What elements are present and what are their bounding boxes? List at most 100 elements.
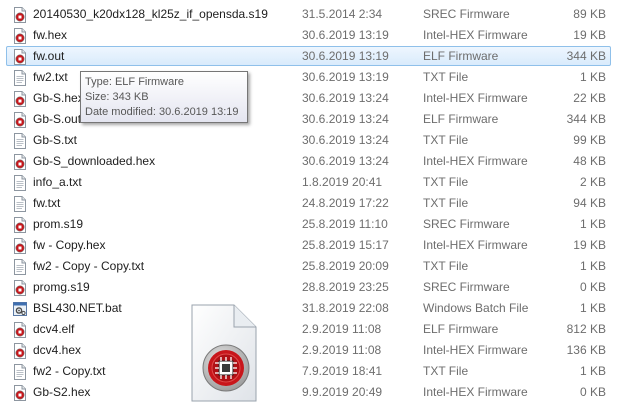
text-file-icon xyxy=(13,175,27,191)
file-size: 136 KB xyxy=(566,343,606,357)
file-size: 94 KB xyxy=(573,196,606,210)
file-type: TXT File xyxy=(423,196,469,210)
file-size: 1 KB xyxy=(579,364,606,378)
file-type: TXT File xyxy=(423,364,469,378)
firmware-file-icon xyxy=(13,7,27,23)
file-size: 1 KB xyxy=(579,259,606,273)
text-file-icon xyxy=(13,196,27,212)
file-row-gb-s2-hex[interactable]: Gb-S2.hex 9.9.2019 20:49 Intel-HEX Firmwar… xyxy=(6,382,611,402)
firmware-file-icon xyxy=(13,343,27,359)
file-date-modified: 25.8.2019 11:10 xyxy=(302,217,388,231)
firmware-file-icon xyxy=(13,112,27,128)
tooltip-type: Type: ELF Firmware xyxy=(85,76,185,88)
file-type: Intel-HEX Firmware xyxy=(423,91,528,105)
file-size: 19 KB xyxy=(573,28,606,42)
file-date-modified: 24.8.2019 17:22 xyxy=(302,196,389,210)
file-date-modified: 30.6.2019 13:24 xyxy=(302,91,389,105)
file-size: 812 KB xyxy=(566,322,606,336)
file-size: 344 KB xyxy=(566,49,606,63)
firmware-file-icon xyxy=(13,49,27,65)
file-type: SREC Firmware xyxy=(423,7,510,21)
file-row-gb-s-txt[interactable]: Gb-S.txt 30.6.2019 13:24 TXT File 99 KB xyxy=(6,130,611,150)
file-row-prom-s19[interactable]: prom.s19 25.8.2019 11:10 SREC Firmware 1 KB xyxy=(6,214,611,234)
file-name: fw.hex xyxy=(33,28,68,42)
file-date-modified: 25.8.2019 20:09 xyxy=(302,259,389,273)
text-file-icon xyxy=(13,364,27,380)
file-name: promg.s19 xyxy=(33,280,90,294)
file-tooltip: Type: ELF Firmware Size: 343 KB Date mod… xyxy=(80,71,248,123)
file-type: ELF Firmware xyxy=(423,49,499,63)
file-type: TXT File xyxy=(423,175,469,189)
file-size: 48 KB xyxy=(573,154,606,168)
file-type: Intel-HEX Firmware xyxy=(423,238,528,252)
file-size: 89 KB xyxy=(573,7,606,21)
file-type: Intel-HEX Firmware xyxy=(423,385,528,399)
file-size: 0 KB xyxy=(579,385,606,399)
file-size: 19 KB xyxy=(573,238,606,252)
firmware-file-icon xyxy=(13,28,27,44)
file-type: TXT File xyxy=(423,133,469,147)
file-name: fw.out xyxy=(33,49,65,63)
tooltip-size: Size: 343 KB xyxy=(85,91,149,103)
file-type: TXT File xyxy=(423,259,469,273)
file-row-fw-hex[interactable]: fw.hex 30.6.2019 13:19 Intel-HEX Firmware 1… xyxy=(6,25,611,45)
file-name: info_a.txt xyxy=(33,175,82,189)
file-list: 20140530_k20dx128_kl25z_if_opensda.s19 31… xyxy=(0,0,637,413)
file-name: 20140530_k20dx128_kl25z_if_opensda.s19 xyxy=(33,7,268,21)
dragged-firmware-file-icon[interactable] xyxy=(186,303,258,403)
file-name: BSL430.NET.bat xyxy=(33,301,122,315)
file-row-info-a-txt[interactable]: info_a.txt 1.8.2019 20:41 TXT File 2 KB xyxy=(6,172,611,192)
file-row-fw-txt[interactable]: fw.txt 24.8.2019 17:22 TXT File 94 KB xyxy=(6,193,611,213)
file-date-modified: 31.8.2019 22:08 xyxy=(302,301,389,315)
firmware-file-icon xyxy=(13,91,27,107)
file-name: fw - Copy.hex xyxy=(33,238,106,252)
file-date-modified: 31.5.2014 2:34 xyxy=(302,7,383,21)
firmware-file-icon xyxy=(13,238,27,254)
file-row-20140530-k20dx128-kl25z-if-opensda-s19[interactable]: 20140530_k20dx128_kl25z_if_opensda.s19 31… xyxy=(6,4,611,24)
file-name: fw2 - Copy.txt xyxy=(33,364,106,378)
tooltip-date-modified: Date modified: 30.6.2019 13:19 xyxy=(85,106,239,118)
file-type: SREC Firmware xyxy=(423,280,510,294)
file-type: Intel-HEX Firmware xyxy=(423,343,528,357)
file-row-fw2-copy-txt[interactable]: fw2 - Copy.txt 7.9.2019 18:41 TXT File 1 KB xyxy=(6,361,611,381)
file-name: prom.s19 xyxy=(33,217,84,231)
file-row-fw-out[interactable]: fw.out 30.6.2019 13:19 ELF Firmware 344 KB xyxy=(6,46,611,66)
file-type: Intel-HEX Firmware xyxy=(423,28,528,42)
file-row-fw2-copy-copy-txt[interactable]: fw2 - Copy - Copy.txt 25.8.2019 20:09 TXT … xyxy=(6,256,611,276)
file-row-bsl430-net-bat[interactable]: BSL430.NET.bat 31.8.2019 22:08 Windows Bat… xyxy=(6,298,611,318)
file-name: Gb-S.txt xyxy=(33,133,78,147)
file-date-modified: 30.6.2019 13:19 xyxy=(302,49,389,63)
file-size: 1 KB xyxy=(579,301,606,315)
firmware-file-icon xyxy=(13,217,27,233)
file-name: Gb-S_downloaded.hex xyxy=(33,154,156,168)
file-date-modified: 30.6.2019 13:24 xyxy=(302,133,389,147)
file-date-modified: 2.9.2019 11:08 xyxy=(302,343,382,357)
file-date-modified: 9.9.2019 20:49 xyxy=(302,385,383,399)
file-row-fw-copy-hex[interactable]: fw - Copy.hex 25.8.2019 15:17 Intel-HEX Fi… xyxy=(6,235,611,255)
file-date-modified: 30.6.2019 13:19 xyxy=(302,28,389,42)
firmware-file-icon xyxy=(13,280,27,296)
file-date-modified: 30.6.2019 13:24 xyxy=(302,112,389,126)
file-row-gb-s-downloaded-hex[interactable]: Gb-S_downloaded.hex 30.6.2019 13:24 Intel-… xyxy=(6,151,611,171)
text-file-icon xyxy=(13,70,27,86)
firmware-file-icon xyxy=(13,154,27,170)
file-row-dcv4-elf[interactable]: dcv4.elf 2.9.2019 11:08 ELF Firmware 812 KB xyxy=(6,319,611,339)
file-size: 1 KB xyxy=(579,70,606,84)
file-name: Gb-S.hex xyxy=(33,91,84,105)
file-row-dcv4-hex[interactable]: dcv4.hex 2.9.2019 11:08 Intel-HEX Firmware… xyxy=(6,340,611,360)
file-date-modified: 2.9.2019 11:08 xyxy=(302,322,382,336)
batch-file-icon xyxy=(13,301,27,317)
firmware-file-icon xyxy=(13,322,27,338)
file-date-modified: 25.8.2019 15:17 xyxy=(302,238,389,252)
file-size: 99 KB xyxy=(573,133,606,147)
file-row-promg-s19[interactable]: promg.s19 28.8.2019 23:25 SREC Firmware 0 K… xyxy=(6,277,611,297)
file-date-modified: 7.9.2019 18:41 xyxy=(302,364,383,378)
file-size: 2 KB xyxy=(579,175,606,189)
file-date-modified: 30.6.2019 13:24 xyxy=(302,154,389,168)
file-name: dcv4.hex xyxy=(33,343,82,357)
file-name: fw2 - Copy - Copy.txt xyxy=(33,259,145,273)
file-name: dcv4.elf xyxy=(33,322,75,336)
text-file-icon xyxy=(13,133,27,149)
file-type: Windows Batch File xyxy=(423,301,529,315)
file-size: 22 KB xyxy=(573,91,606,105)
